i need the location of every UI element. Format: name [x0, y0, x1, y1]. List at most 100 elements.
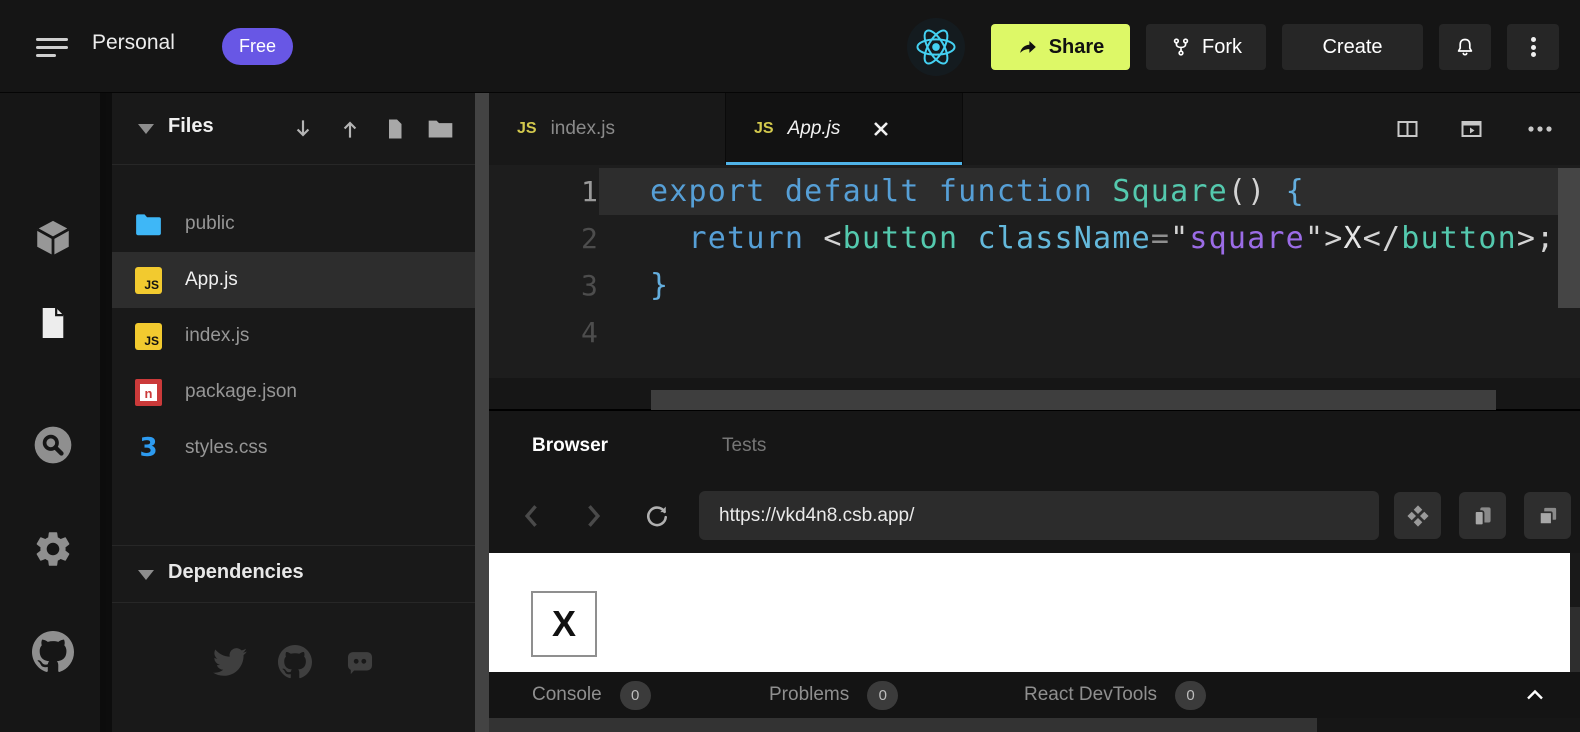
preview-tab-bar: Browser Tests — [489, 413, 1580, 478]
open-new-window-icon[interactable] — [1524, 492, 1571, 539]
code-text: return <button className="square">X</but… — [599, 215, 1558, 262]
twitter-icon[interactable] — [213, 645, 247, 679]
code-editor[interactable]: 1export default function Square() {2 ret… — [489, 165, 1558, 378]
line-number: 3 — [489, 262, 599, 309]
file-name: styles.css — [185, 437, 267, 459]
file-name: package.json — [185, 381, 297, 403]
devtools-tab-problems[interactable]: Problems 0 — [769, 672, 898, 718]
browser-navigation-bar — [489, 478, 1580, 553]
cube-icon[interactable] — [31, 216, 75, 260]
tab-filename: App.js — [788, 118, 841, 140]
fork-icon — [1170, 36, 1192, 58]
line-number: 4 — [489, 309, 599, 356]
devtools-tab-label: Console — [532, 684, 602, 706]
upload-icon[interactable] — [331, 110, 369, 148]
code-line[interactable]: 4 — [489, 309, 1558, 356]
line-number: 2 — [489, 215, 599, 262]
editor-region: JSindex.jsJSApp.js 1export default funct… — [489, 93, 1580, 413]
search-icon[interactable] — [31, 423, 75, 467]
new-folder-icon[interactable] — [421, 110, 459, 148]
css-icon: 3 — [135, 435, 162, 462]
npm-icon: n — [135, 379, 162, 406]
dependencies-section-header[interactable]: Dependencies — [112, 545, 475, 603]
square-button[interactable]: X — [531, 591, 597, 657]
share-label: Share — [1049, 36, 1105, 59]
folder-icon — [135, 211, 162, 238]
devtools-tab-label: React DevTools — [1024, 684, 1157, 706]
create-label: Create — [1322, 36, 1382, 59]
split-view-icon[interactable] — [1392, 115, 1422, 143]
more-options-icon[interactable] — [1525, 115, 1555, 143]
file-name: public — [185, 213, 235, 235]
line-number: 1 — [489, 168, 599, 215]
workspace-name[interactable]: Personal — [92, 31, 175, 55]
forward-icon[interactable] — [574, 496, 614, 536]
chevron-up-icon[interactable] — [1523, 686, 1547, 704]
url-input[interactable] — [699, 491, 1379, 540]
scrollbar-thumb[interactable] — [651, 390, 1496, 410]
chevron-down-icon — [138, 124, 154, 134]
back-icon[interactable] — [511, 496, 551, 536]
file-row[interactable]: n package.json — [112, 364, 475, 420]
dependencies-title: Dependencies — [168, 561, 304, 584]
tab-tests[interactable]: Tests — [722, 435, 766, 457]
files-title: Files — [168, 115, 214, 138]
file-row[interactable]: 3 styles.css — [112, 420, 475, 476]
devtools-tab-react-devtools[interactable]: React DevTools 0 — [1024, 672, 1206, 718]
responsive-mode-icon[interactable] — [1459, 492, 1506, 539]
plan-badge: Free — [222, 28, 293, 65]
code-text — [599, 309, 1558, 356]
code-line[interactable]: 1export default function Square() { — [489, 168, 1558, 215]
editor-tab[interactable]: JSindex.js — [489, 93, 726, 165]
discord-icon[interactable] — [343, 645, 377, 679]
panel-resize-handle[interactable] — [475, 93, 489, 732]
editor-vertical-scrollbar[interactable] — [1558, 165, 1580, 411]
count-badge: 0 — [620, 681, 651, 710]
files-section-header[interactable]: Files — [112, 93, 475, 165]
file-row[interactable]: public — [112, 196, 475, 252]
more-menu-button[interactable] — [1507, 24, 1559, 70]
file-icon[interactable] — [31, 301, 75, 345]
reload-icon[interactable] — [637, 496, 677, 536]
devtools-tab-console[interactable]: Console 0 — [532, 672, 651, 718]
github-icon[interactable] — [278, 645, 312, 679]
file-list: public JSApp.jsJSindex.js n package.json 3 st… — [112, 196, 475, 476]
notifications-button[interactable] — [1439, 24, 1491, 70]
top-header: Personal Free Share — [0, 0, 1580, 93]
count-badge: 0 — [867, 681, 898, 710]
editor-tab[interactable]: JSApp.js — [726, 93, 963, 165]
close-icon[interactable] — [872, 120, 890, 138]
code-text: } — [599, 262, 1558, 309]
file-row[interactable]: JSApp.js — [112, 252, 475, 308]
preview-scrollbar[interactable] — [1570, 553, 1580, 672]
share-button[interactable]: Share — [991, 24, 1130, 70]
bell-icon — [1453, 35, 1477, 59]
js-icon: JS — [135, 267, 162, 294]
preview-window-icon[interactable] — [1456, 115, 1486, 143]
download-icon[interactable] — [284, 110, 322, 148]
tab-browser[interactable]: Browser — [532, 435, 608, 457]
preview-settings-icon[interactable] — [1394, 492, 1441, 539]
devtools-tab-label: Problems — [769, 684, 849, 706]
github-icon[interactable] — [31, 630, 75, 674]
react-logo-icon — [907, 18, 965, 76]
gear-icon[interactable] — [31, 527, 75, 571]
new-file-icon[interactable] — [376, 110, 414, 148]
fork-button[interactable]: Fork — [1146, 24, 1266, 70]
code-text: export default function Square() { — [599, 168, 1558, 215]
scrollbar-thumb[interactable] — [489, 718, 1317, 732]
browser-preview: X — [489, 553, 1570, 672]
activity-bar — [0, 93, 106, 732]
create-button[interactable]: Create — [1282, 24, 1423, 70]
file-row[interactable]: JSindex.js — [112, 308, 475, 364]
menu-icon[interactable] — [36, 33, 68, 59]
scrollbar-thumb[interactable] — [1558, 168, 1580, 308]
js-icon: JS — [135, 323, 162, 350]
share-arrow-icon — [1017, 36, 1039, 58]
code-line[interactable]: 2 return <button className="square">X</b… — [489, 215, 1558, 262]
count-badge: 0 — [1175, 681, 1206, 710]
files-panel: Files public JSApp.jsJSindex.js n package.j… — [112, 93, 475, 732]
code-line[interactable]: 3} — [489, 262, 1558, 309]
bottom-scroll-zone — [489, 718, 1580, 732]
js-file-icon: JS — [517, 120, 537, 138]
